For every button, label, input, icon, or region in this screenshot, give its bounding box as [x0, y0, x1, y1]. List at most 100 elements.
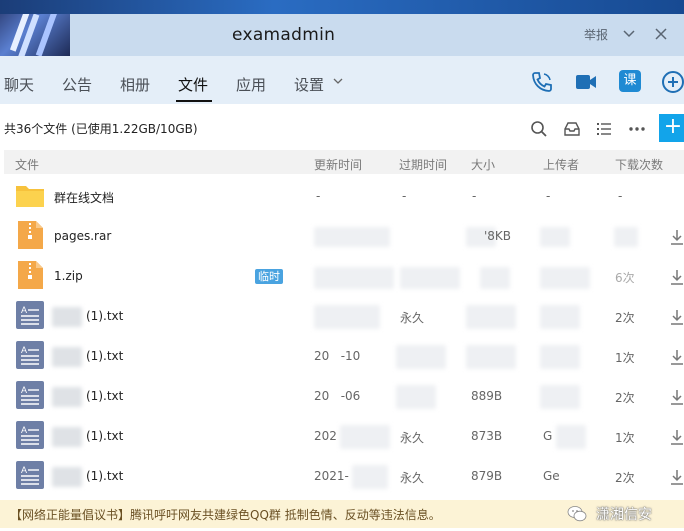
- file-name[interactable]: (1).txt: [86, 429, 123, 443]
- download-icon[interactable]: [670, 229, 684, 245]
- table-row[interactable]: 群在线文档 - - - - -: [0, 177, 684, 217]
- file-name[interactable]: pages.rar: [54, 229, 111, 243]
- redacted-cell: [314, 227, 390, 247]
- tab-files[interactable]: 文件: [178, 74, 208, 95]
- table-row[interactable]: pages.rar '8KB: [0, 217, 684, 257]
- column-header-updated[interactable]: 更新时间: [314, 156, 362, 173]
- uploader-cell: Ge: [543, 469, 560, 483]
- redacted-cell: [540, 227, 570, 247]
- updated-cell: 202: [314, 429, 337, 443]
- table-row[interactable]: A (1).txt 202 永久 873B G 1次: [0, 417, 684, 457]
- more-icon[interactable]: [628, 120, 646, 138]
- tab-chat[interactable]: 聊天: [4, 74, 34, 95]
- settings-chevron-icon[interactable]: [333, 77, 343, 85]
- downloads-cell: 2次: [615, 471, 635, 485]
- group-avatar[interactable]: [0, 14, 70, 56]
- expires-cell: 永久: [400, 431, 425, 445]
- table-row[interactable]: A (1).txt 永久 2次: [0, 297, 684, 337]
- text-file-icon: A: [16, 301, 44, 329]
- downloads-cell: 2次: [615, 311, 635, 325]
- redacted-cell: [540, 385, 580, 409]
- download-icon[interactable]: [670, 429, 684, 445]
- notice-text[interactable]: 【网络正能量倡议书】腾讯呼吁网友共建绿色QQ群 抵制色情、反动等违法信息。: [10, 506, 441, 523]
- redacted-cell: [52, 387, 82, 407]
- watermark-text: 潇湘信安: [596, 507, 652, 523]
- column-header-uploader[interactable]: 上传者: [543, 156, 579, 173]
- file-name[interactable]: 群在线文档: [54, 189, 114, 206]
- add-app-icon[interactable]: [661, 70, 684, 94]
- file-summary: 共36个文件 (已使用1.22GB/10GB): [4, 122, 198, 136]
- size-cell: 889B: [471, 389, 503, 403]
- file-name[interactable]: 1.zip: [54, 269, 83, 283]
- column-header-name[interactable]: 文件: [15, 156, 39, 173]
- archive-file-icon: [18, 261, 43, 289]
- svg-text:A: A: [21, 305, 27, 315]
- inbox-icon[interactable]: [563, 120, 581, 138]
- table-row[interactable]: A (1).txt 2021- 永久 879B Ge 2次: [0, 457, 684, 497]
- redacted-cell: [52, 347, 82, 367]
- size-cell: 879B: [471, 469, 503, 483]
- close-icon[interactable]: [654, 27, 668, 41]
- updated-cell: 20 -06: [314, 389, 361, 403]
- tab-apps[interactable]: 应用: [236, 74, 266, 95]
- column-header-size[interactable]: 大小: [471, 156, 495, 173]
- tab-settings[interactable]: 设置: [294, 74, 324, 95]
- redacted-cell: [466, 345, 516, 369]
- updated-cell: 20 -10: [314, 349, 361, 363]
- chevron-down-icon[interactable]: [622, 27, 636, 41]
- class-icon[interactable]: 课: [619, 70, 641, 92]
- search-icon[interactable]: [530, 120, 548, 138]
- downloads-cell: 1次: [615, 431, 635, 445]
- file-name[interactable]: (1).txt: [86, 469, 123, 483]
- upload-button[interactable]: +: [659, 114, 684, 142]
- wechat-logo-icon: [567, 506, 587, 522]
- expires-cell: -: [402, 189, 407, 203]
- folder-icon: [16, 186, 44, 207]
- expires-cell: 永久: [400, 311, 425, 325]
- downloads-cell: 6次: [615, 271, 635, 285]
- downloads-cell: 2次: [615, 391, 635, 405]
- download-icon[interactable]: [670, 269, 684, 285]
- redacted-cell: [52, 467, 82, 487]
- column-header-downloads[interactable]: 下载次数: [615, 156, 663, 173]
- column-header-expires[interactable]: 过期时间: [399, 156, 447, 173]
- active-tab-indicator: [176, 100, 212, 102]
- table-row[interactable]: A (1).txt 20 -06 889B 2次: [0, 377, 684, 417]
- text-file-icon: A: [16, 461, 44, 489]
- uploader-cell: -: [546, 189, 551, 203]
- list-view-icon[interactable]: [595, 120, 613, 138]
- qq-group-window: examadmin 举报 聊天 公告 相册 文件 应用 设置 课 共36个文件 …: [0, 14, 684, 531]
- expires-cell: 永久: [400, 471, 425, 485]
- title-bar: [0, 14, 684, 56]
- redacted-cell: [614, 227, 638, 247]
- download-icon[interactable]: [670, 469, 684, 485]
- download-icon[interactable]: [670, 349, 684, 365]
- size-cell: -: [472, 189, 477, 203]
- report-link[interactable]: 举报: [584, 26, 608, 43]
- redacted-cell: [314, 267, 394, 289]
- desktop-background: [0, 0, 684, 14]
- uploader-cell: G: [543, 429, 553, 443]
- redacted-cell: [540, 305, 580, 329]
- download-icon[interactable]: [670, 309, 684, 325]
- redacted-cell: [396, 385, 436, 409]
- redacted-cell: [400, 267, 460, 289]
- svg-text:A: A: [21, 465, 27, 475]
- text-file-icon: A: [16, 381, 44, 409]
- phone-icon[interactable]: [530, 70, 554, 94]
- file-name[interactable]: (1).txt: [86, 349, 123, 363]
- file-name[interactable]: (1).txt: [86, 389, 123, 403]
- redacted-cell: [480, 267, 510, 289]
- redacted-cell: [52, 427, 82, 447]
- file-name[interactable]: (1).txt: [86, 309, 123, 323]
- tab-announcements[interactable]: 公告: [62, 74, 92, 95]
- redacted-cell: [396, 345, 446, 369]
- group-title: examadmin: [232, 25, 336, 45]
- tab-album[interactable]: 相册: [120, 74, 150, 95]
- download-icon[interactable]: [670, 389, 684, 405]
- table-row[interactable]: 1.zip 临时 6次: [0, 257, 684, 297]
- redacted-cell: [52, 307, 82, 327]
- redacted-cell: [540, 267, 590, 289]
- video-call-icon[interactable]: [574, 70, 598, 94]
- table-row[interactable]: A (1).txt 20 -10 1次: [0, 337, 684, 377]
